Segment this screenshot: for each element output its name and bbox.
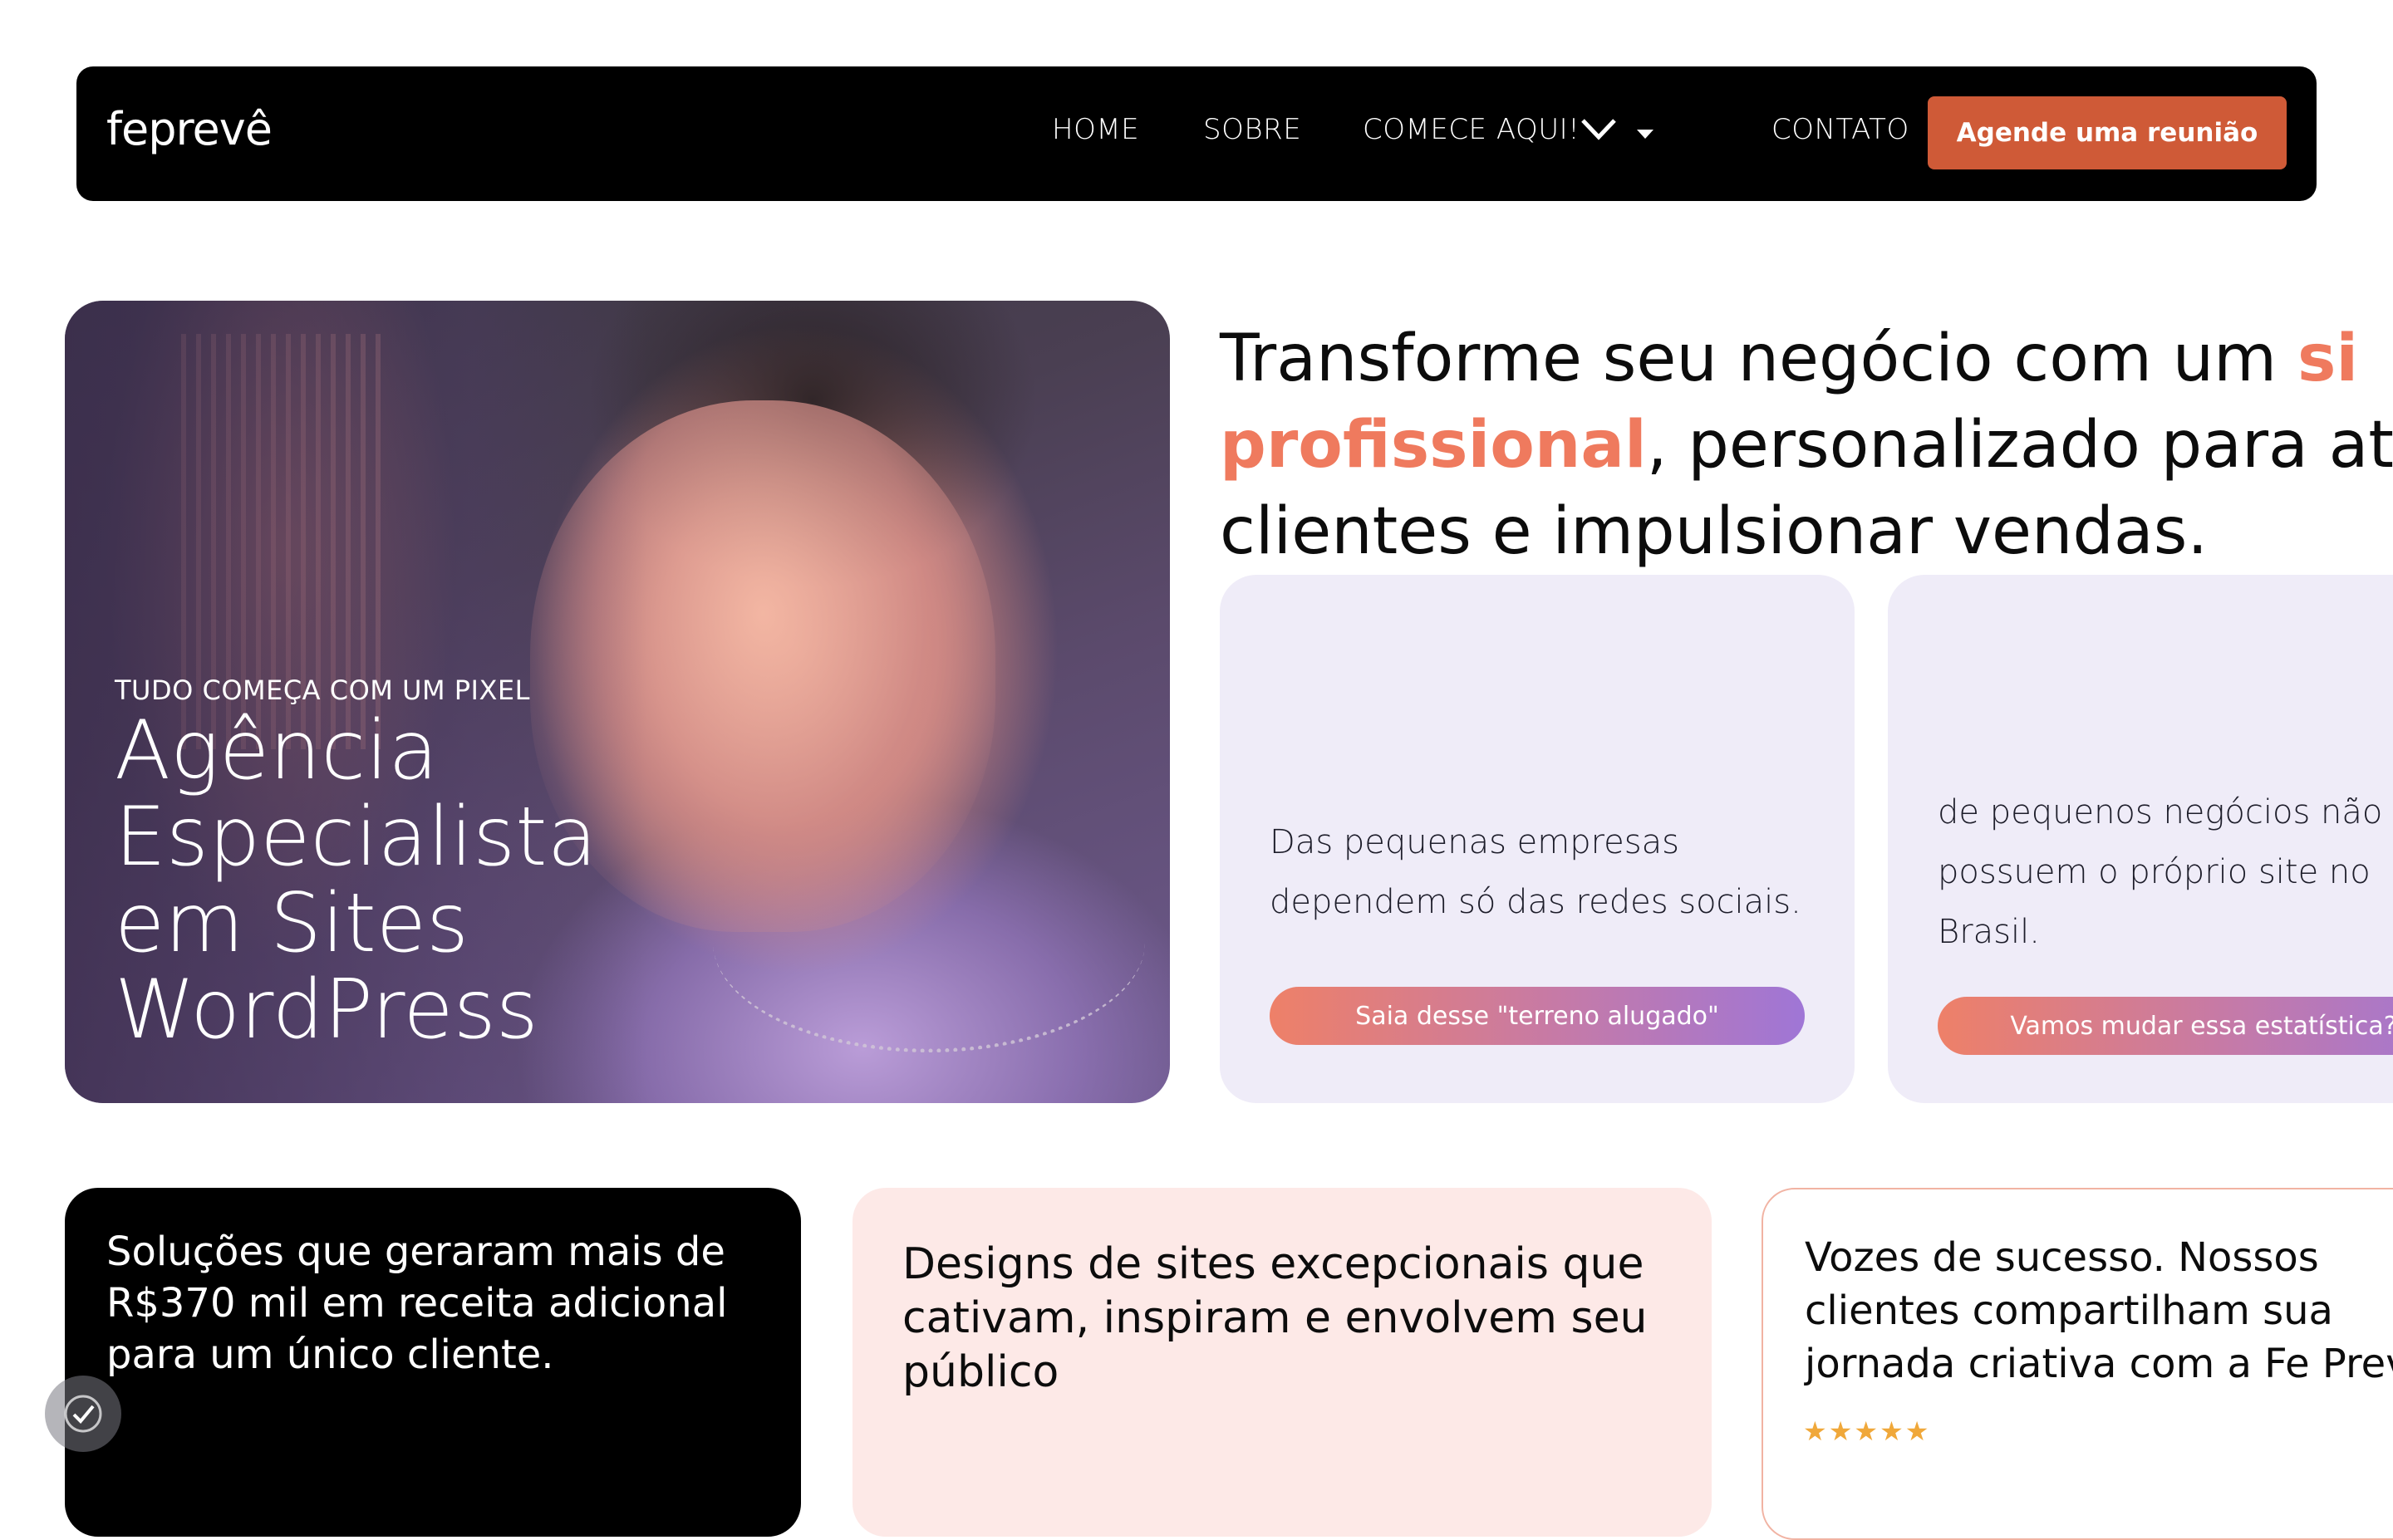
testimonials-line-2: clientes compartilham sua: [1805, 1287, 2333, 1334]
headline-part-3: clientes e impulsionar vendas.: [1220, 494, 2209, 569]
nav-link-contato[interactable]: CONTATO: [1771, 113, 1909, 146]
chevron-down-icon: [1580, 115, 1618, 148]
nav-link-home[interactable]: HOME: [1052, 113, 1139, 146]
stat-card-2: de pequenos negócios não possuem o própr…: [1888, 575, 2393, 1103]
hero-title: Agência Especialista em Sites WordPress: [115, 704, 597, 1057]
stat-card-2-button[interactable]: Vamos mudar essa estatística?: [1938, 997, 2393, 1055]
designs-card-text: Designs de sites excepcionais que cativa…: [902, 1239, 1648, 1397]
testimonials-line-3: jornada criativa com a Fe Prevê: [1805, 1341, 2393, 1387]
hero-photo-necklace: [713, 832, 1145, 1052]
schedule-meeting-button[interactable]: Agende uma reunião: [1928, 96, 2287, 169]
stat-card-1: Das pequenas empresas dependem só das re…: [1220, 575, 1855, 1103]
main-headline: Transforme seu negócio com um si profiss…: [1220, 316, 2393, 575]
headline-part-2: , personalizado para at: [1646, 408, 2393, 483]
headline-accent-1: si: [2297, 321, 2359, 396]
dropdown-caret-icon[interactable]: [1637, 130, 1653, 139]
nav-link-sobre[interactable]: SOBRE: [1203, 113, 1301, 146]
site-logo[interactable]: feprevê: [106, 103, 273, 155]
hero-eyebrow: TUDO COMEÇA COM UM PIXEL: [115, 674, 530, 706]
floating-edit-button[interactable]: [45, 1376, 121, 1452]
nav-link-comece-aqui[interactable]: COMECE AQUI!: [1363, 113, 1618, 148]
testimonials-card: Vozes de sucesso. Nossos clientes compar…: [1762, 1188, 2393, 1540]
nav-link-comece-aqui-label: COMECE AQUI!: [1363, 113, 1580, 146]
stat-card-1-button[interactable]: Saia desse "terreno alugado": [1270, 987, 1805, 1045]
designs-card: Designs de sites excepcionais que cativa…: [853, 1188, 1712, 1537]
results-card-text: Soluções que geraram mais de R$370 mil e…: [106, 1229, 728, 1378]
rating-stars-icon: ★★★★★: [1803, 1416, 1931, 1446]
testimonials-line-1: Vozes de sucesso. Nossos: [1805, 1234, 2319, 1281]
results-card: Soluções que geraram mais de R$370 mil e…: [65, 1188, 801, 1537]
headline-accent-2: profissional: [1220, 408, 1647, 483]
pencil-check-icon: [64, 1395, 102, 1433]
top-navbar: feprevê HOME SOBRE COMECE AQUI! CONTATO …: [76, 66, 2317, 201]
testimonials-card-text: Vozes de sucesso. Nossos clientes compar…: [1805, 1231, 2393, 1390]
stat-card-1-text: Das pequenas empresas dependem só das re…: [1270, 823, 1801, 921]
headline-part-1: Transforme seu negócio com um: [1220, 321, 2297, 396]
stat-card-2-text: de pequenos negócios não possuem o própr…: [1938, 793, 2383, 951]
